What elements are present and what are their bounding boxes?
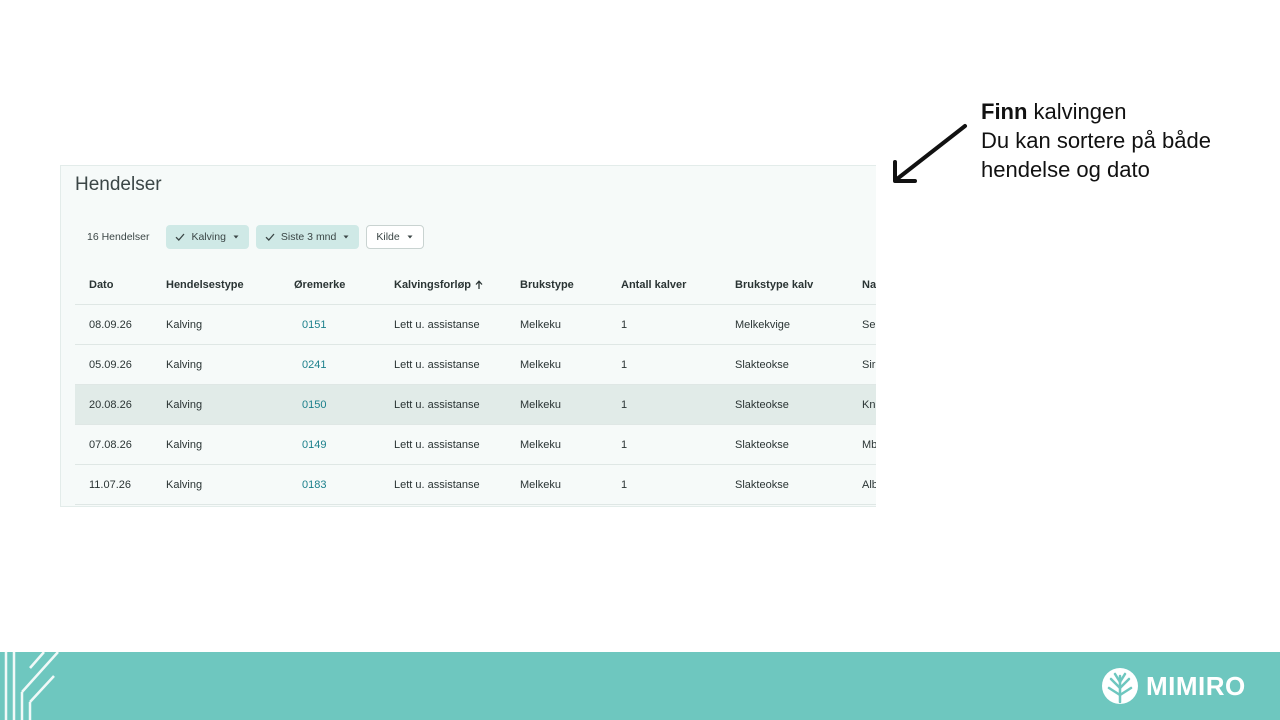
filter-chip-period[interactable]: Siste 3 mnd: [255, 225, 360, 249]
column-header-dato[interactable]: Dato: [75, 265, 152, 305]
column-header-label: Kalvingsforløp: [394, 278, 472, 291]
cell-calving-course: Lett u. assistanse: [380, 464, 506, 505]
table-row[interactable]: 05.09.26 Kalving 0241 Lett u. assistanse…: [75, 344, 876, 385]
cell-name: Mb: [848, 424, 876, 465]
cell-date: 07.08.26: [75, 424, 152, 465]
cell-calf-count: 1: [607, 424, 721, 465]
cell-calving-course: Lett u. assistanse: [380, 344, 506, 385]
annotation-bold: Finn: [981, 99, 1028, 124]
cell-usage-type: Melkeku: [506, 464, 607, 505]
events-table: Dato Hendelsestype Øremerke Kalvingsforl…: [75, 265, 876, 505]
cell-date: 20.08.26: [75, 384, 152, 425]
cell-name: Kn: [848, 384, 876, 425]
column-header-hendelsestype[interactable]: Hendelsestype: [152, 265, 280, 305]
cell-calf-usage-type: Melkekvige: [721, 304, 848, 345]
cell-calf-count: 1: [607, 344, 721, 385]
cell-event-type: Kalving: [152, 464, 280, 505]
arrow-up-icon: [475, 279, 483, 289]
table-row[interactable]: 11.07.26 Kalving 0183 Lett u. assistanse…: [75, 464, 876, 505]
footer-bar: MIMIRO: [0, 652, 1280, 720]
cell-calving-course: Lett u. assistanse: [380, 304, 506, 345]
cell-usage-type: Melkeku: [506, 424, 607, 465]
cell-ear-tag-link[interactable]: 0150: [280, 384, 380, 425]
cell-event-type: Kalving: [152, 384, 280, 425]
caret-down-icon: [233, 235, 239, 239]
cell-ear-tag-link[interactable]: 0151: [280, 304, 380, 345]
cell-event-type: Kalving: [152, 304, 280, 345]
cell-event-type: Kalving: [152, 344, 280, 385]
check-icon: [265, 233, 275, 241]
filter-chip-label: Kalving: [191, 231, 226, 243]
brand-name: MIMIRO: [1146, 670, 1246, 701]
column-header-brukstype[interactable]: Brukstype: [506, 265, 607, 305]
annotation-text: Finn kalvingen Du kan sortere på både he…: [981, 97, 1211, 184]
cell-event-type: Kalving: [152, 424, 280, 465]
cell-date: 11.07.26: [75, 464, 152, 505]
annotation-line-1: Finn kalvingen: [981, 97, 1211, 126]
filter-chip-kilde[interactable]: Kilde: [366, 225, 424, 249]
annotation-rest: kalvingen: [1027, 99, 1127, 124]
cell-calving-course: Lett u. assistanse: [380, 384, 506, 425]
annotation-line-2: Du kan sortere på både: [981, 128, 1211, 153]
cell-name: Se: [848, 304, 876, 345]
check-icon: [176, 233, 185, 241]
cell-usage-type: Melkeku: [506, 344, 607, 385]
cell-usage-type: Melkeku: [506, 304, 607, 345]
cell-date: 05.09.26: [75, 344, 152, 385]
column-header-brukstype-kalv[interactable]: Brukstype kalv: [721, 265, 848, 305]
cell-calf-usage-type: Slakteokse: [721, 464, 848, 505]
cell-calf-usage-type: Slakteokse: [721, 384, 848, 425]
arrow-down-left-icon: [893, 124, 967, 183]
brand-logo: MIMIRO: [1100, 666, 1246, 706]
filter-chip-label: Siste 3 mnd: [280, 231, 337, 243]
tree-logo-icon: [1102, 668, 1138, 704]
caret-down-icon: [343, 235, 349, 239]
cell-usage-type: Melkeku: [506, 384, 607, 425]
cell-calf-usage-type: Slakteokse: [721, 424, 848, 465]
table-row-selected[interactable]: 20.08.26 Kalving 0150 Lett u. assistanse…: [75, 384, 876, 425]
cell-date: 08.09.26: [75, 304, 152, 345]
cell-calf-count: 1: [607, 464, 721, 505]
column-header-navn[interactable]: Na: [848, 265, 876, 305]
column-header-kalvingsforlop[interactable]: Kalvingsforløp: [380, 265, 506, 305]
column-header-oremerke[interactable]: Øremerke: [280, 265, 380, 305]
circuit-decoration-icon: [4, 652, 59, 720]
cell-ear-tag-link[interactable]: 0149: [280, 424, 380, 465]
page-title: Hendelser: [75, 174, 162, 195]
cell-calf-count: 1: [607, 304, 721, 345]
cell-ear-tag-link[interactable]: 0183: [280, 464, 380, 505]
caret-down-icon: [407, 235, 413, 239]
cell-ear-tag-link[interactable]: 0241: [280, 344, 380, 385]
table-header-row: Dato Hendelsestype Øremerke Kalvingsforl…: [75, 265, 876, 305]
table-row[interactable]: 07.08.26 Kalving 0149 Lett u. assistanse…: [75, 424, 876, 465]
cell-name: Sir: [848, 344, 876, 385]
cell-calf-usage-type: Slakteokse: [721, 344, 848, 385]
table-row[interactable]: 08.09.26 Kalving 0151 Lett u. assistanse…: [75, 304, 876, 345]
column-header-antall-kalver[interactable]: Antall kalver: [607, 265, 721, 305]
filter-chip-label: Kilde: [376, 231, 400, 243]
cell-calving-course: Lett u. assistanse: [380, 424, 506, 465]
filter-chip-kalving[interactable]: Kalving: [166, 225, 249, 249]
event-count: 16 Hendelser: [87, 231, 150, 243]
cell-calf-count: 1: [607, 384, 721, 425]
annotation-line-3: hendelse og dato: [981, 157, 1150, 182]
filter-bar: 16 Hendelser Kalving Siste 3 mnd Kilde: [87, 225, 424, 249]
cell-name: Alb: [848, 464, 876, 505]
events-panel: Hendelser 16 Hendelser Kalving Siste 3 m…: [60, 165, 876, 507]
